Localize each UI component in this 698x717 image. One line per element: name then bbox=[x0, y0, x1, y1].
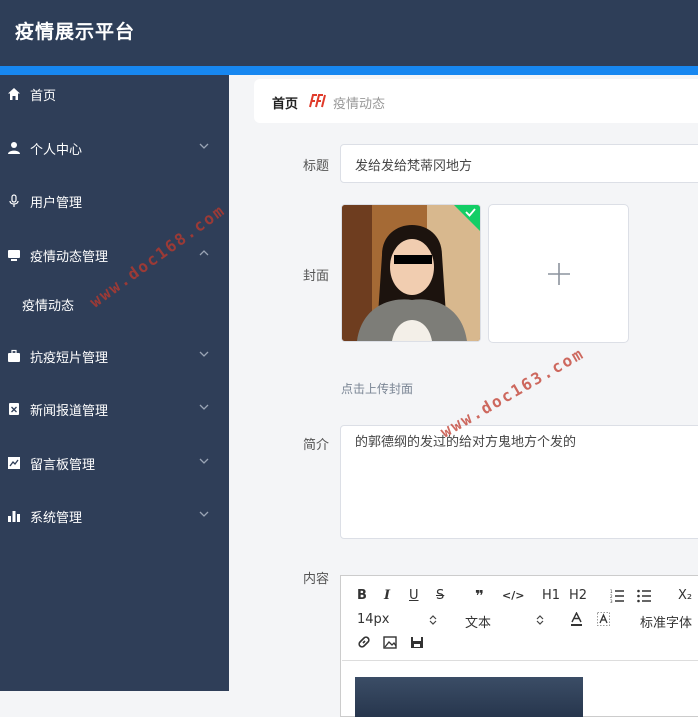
heading2-button[interactable]: H2 bbox=[569, 588, 587, 603]
select-arrows-icon bbox=[429, 615, 437, 625]
sidebar-item-label: 新闻报道管理 bbox=[30, 404, 109, 419]
rich-text-editor[interactable]: B I U S ❞ </> H1 H2 123 X₂ 14px 文本 标准字体 bbox=[340, 575, 698, 717]
sidebar-item-label: 个人中心 bbox=[30, 143, 83, 158]
image-icon[interactable] bbox=[383, 636, 397, 649]
blockquote-button[interactable]: ❞ bbox=[475, 587, 484, 605]
sidebar-item-news-report-management[interactable]: 新闻报道管理 bbox=[0, 390, 229, 430]
plus-icon bbox=[548, 263, 570, 285]
sidebar: 首页 个人中心 用户管理 疫情动态管理 疫情动态 抗疫短片管理 新闻报道管理 留… bbox=[0, 75, 229, 691]
link-icon[interactable] bbox=[357, 635, 371, 649]
breadcrumb-current: 疫情动态 bbox=[333, 97, 386, 112]
microphone-icon bbox=[9, 194, 19, 207]
sidebar-item-epidemic-dynamics-management[interactable]: 疫情动态管理 bbox=[0, 236, 229, 276]
cover-image-thumbnail[interactable] bbox=[341, 204, 481, 342]
editor-toolbar-divider bbox=[342, 660, 698, 661]
background-color-icon[interactable] bbox=[597, 612, 610, 627]
main-content: 首页 疫情动态 标题 发给发给梵蒂冈地方 封面 点击上传封面 简介 的郭德纲的发… bbox=[229, 75, 698, 717]
text-color-icon[interactable] bbox=[570, 612, 583, 627]
intro-textarea[interactable]: 的郭德纲的发过的给对方鬼地方个发的 bbox=[340, 425, 698, 539]
strikethrough-button[interactable]: S bbox=[436, 588, 444, 603]
sidebar-item-label: 疫情动态管理 bbox=[30, 250, 109, 265]
document-x-icon bbox=[9, 403, 19, 415]
cover-upload-hint: 点击上传封面 bbox=[341, 382, 414, 396]
chevron-down-icon bbox=[199, 351, 209, 357]
monitor-icon bbox=[8, 250, 20, 261]
video-icon[interactable] bbox=[410, 636, 424, 649]
sidebar-item-label: 系统管理 bbox=[30, 511, 83, 526]
title-input-value: 发给发给梵蒂冈地方 bbox=[355, 159, 473, 174]
heading1-button[interactable]: H1 bbox=[542, 588, 560, 603]
sidebar-item-label: 首页 bbox=[30, 89, 57, 104]
chevron-down-icon bbox=[199, 511, 209, 517]
sidebar-item-label: 留言板管理 bbox=[30, 458, 96, 473]
chevron-up-icon bbox=[199, 250, 209, 256]
code-block-button[interactable]: </> bbox=[502, 589, 524, 602]
title-label: 标题 bbox=[303, 159, 330, 174]
app-title: 疫情展示平台 bbox=[15, 21, 136, 43]
cover-upload-button[interactable] bbox=[488, 204, 629, 343]
briefcase-icon bbox=[8, 349, 20, 362]
sidebar-item-label: 抗疫短片管理 bbox=[30, 351, 109, 366]
sidebar-item-label: 疫情动态 bbox=[22, 299, 75, 314]
content-label: 内容 bbox=[303, 572, 330, 587]
chevron-down-icon bbox=[199, 404, 209, 410]
breadcrumb-home[interactable]: 首页 bbox=[272, 93, 298, 112]
paragraph-format-select[interactable]: 文本 bbox=[465, 612, 491, 631]
chevron-down-icon bbox=[199, 143, 209, 149]
intro-textarea-value: 的郭德纲的发过的给对方鬼地方个发的 bbox=[355, 435, 577, 450]
line-chart-icon bbox=[8, 457, 20, 469]
subscript-button[interactable]: X₂ bbox=[678, 588, 692, 603]
sidebar-item-anti-epidemic-video-management[interactable]: 抗疫短片管理 bbox=[0, 337, 229, 377]
bullet-list-icon[interactable] bbox=[637, 589, 652, 603]
sidebar-item-label: 用户管理 bbox=[30, 196, 83, 211]
ordered-list-icon[interactable]: 123 bbox=[610, 589, 625, 603]
bar-chart-icon bbox=[8, 511, 20, 522]
font-size-select[interactable]: 14px bbox=[357, 612, 390, 627]
cover-label: 封面 bbox=[303, 269, 330, 284]
user-icon bbox=[8, 142, 20, 154]
bold-button[interactable]: B bbox=[357, 588, 367, 603]
header-accent-bar bbox=[0, 66, 698, 75]
chevron-down-icon bbox=[199, 458, 209, 464]
underline-button[interactable]: U bbox=[409, 588, 419, 603]
sidebar-item-personal-center[interactable]: 个人中心 bbox=[0, 129, 229, 169]
app-header: 疫情展示平台 bbox=[0, 0, 698, 66]
uploaded-check-icon bbox=[454, 205, 480, 231]
svg-text:3: 3 bbox=[610, 599, 613, 603]
editor-content-image bbox=[355, 677, 583, 717]
sidebar-item-message-board-management[interactable]: 留言板管理 bbox=[0, 444, 229, 484]
breadcrumb: 首页 疫情动态 bbox=[254, 79, 698, 123]
italic-button[interactable]: I bbox=[384, 588, 390, 603]
select-arrows-icon bbox=[536, 615, 544, 625]
font-family-select[interactable]: 标准字体 bbox=[640, 612, 692, 631]
sidebar-item-system-management[interactable]: 系统管理 bbox=[0, 497, 229, 537]
sidebar-item-home[interactable]: 首页 bbox=[0, 75, 229, 115]
intro-label: 简介 bbox=[303, 438, 330, 453]
title-input[interactable]: 发给发给梵蒂冈地方 bbox=[340, 144, 698, 183]
breadcrumb-separator-icon bbox=[309, 94, 326, 108]
home-icon bbox=[8, 88, 20, 100]
